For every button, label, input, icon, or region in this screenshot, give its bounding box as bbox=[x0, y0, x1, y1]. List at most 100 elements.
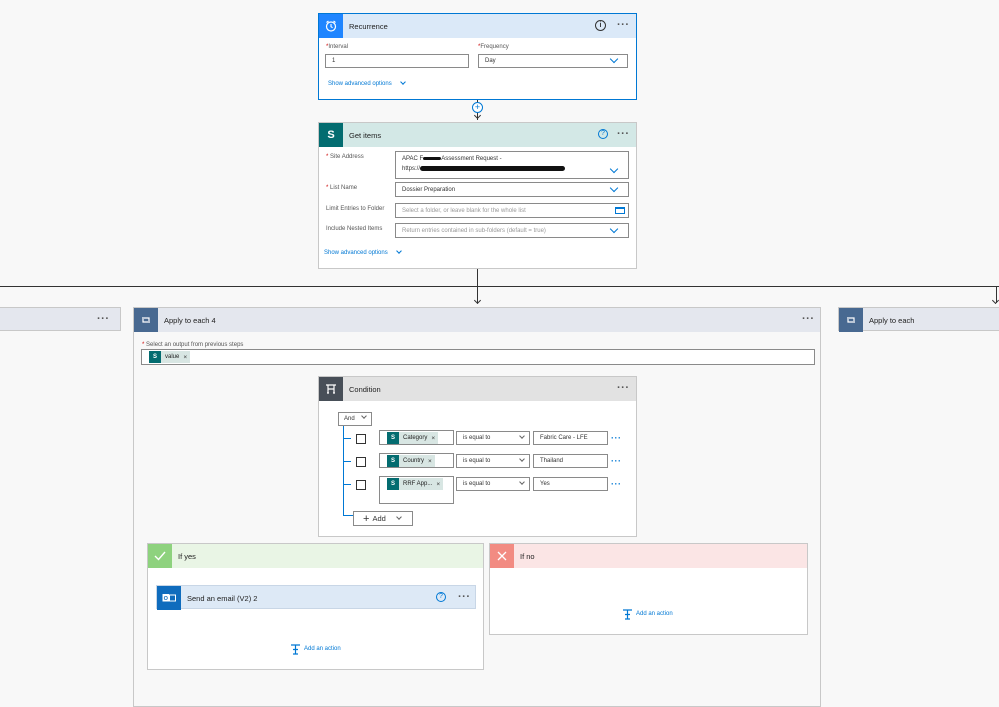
condition-icon bbox=[319, 377, 343, 401]
help-icon[interactable]: ? bbox=[436, 592, 446, 602]
country-token[interactable]: S Country × bbox=[387, 455, 435, 467]
value-token[interactable]: S value × bbox=[149, 351, 191, 363]
info-icon[interactable]: i bbox=[595, 20, 606, 31]
condition-right-operand[interactable]: Fabric Care - LFE bbox=[533, 431, 608, 445]
limit-entries-placeholder: Select a folder, or leave blank for the … bbox=[402, 207, 526, 214]
arrow-down-icon bbox=[473, 296, 482, 305]
row-more-options-icon[interactable]: ··· bbox=[611, 480, 622, 489]
frequency-value: Day bbox=[485, 58, 496, 64]
remove-token-icon[interactable]: × bbox=[436, 481, 443, 488]
operator-text: is equal to bbox=[463, 435, 491, 441]
nested-items-label: Include Nested Items bbox=[326, 226, 383, 232]
condition-bracket-h bbox=[343, 515, 353, 516]
condition-bracket-h bbox=[343, 438, 351, 439]
get-items-title: Get items bbox=[349, 130, 382, 140]
operand-value: Fabric Care - LFE bbox=[540, 435, 588, 441]
add-action-icon bbox=[290, 644, 301, 655]
sharepoint-icon: S bbox=[319, 123, 343, 147]
sharepoint-icon: S bbox=[387, 432, 399, 444]
add-an-action-link[interactable]: Add an action bbox=[304, 646, 341, 652]
if-yes-branch[interactable]: If yes O Send an email (V2) 2 ? ··· Add … bbox=[147, 543, 484, 670]
condition-operator-select[interactable]: is equal to bbox=[456, 454, 530, 468]
arrow-down-icon bbox=[473, 111, 482, 120]
if-no-title: If no bbox=[520, 551, 535, 561]
condition-bracket-h bbox=[343, 461, 351, 462]
help-icon[interactable]: ? bbox=[598, 129, 608, 139]
operator-text: is equal to bbox=[463, 481, 491, 487]
chevron-down-icon bbox=[400, 79, 406, 85]
nested-items-select[interactable]: Return entries contained in sub-folders … bbox=[395, 223, 629, 238]
show-advanced-options-link[interactable]: Show advanced options bbox=[328, 81, 392, 87]
apply-to-each-left-card[interactable]: ··· bbox=[0, 307, 121, 331]
sharepoint-icon: S bbox=[387, 455, 399, 467]
more-options-icon[interactable]: ··· bbox=[617, 20, 630, 31]
select-output-label: * Select an output from previous steps bbox=[142, 342, 244, 348]
list-name-select[interactable]: Dossier Preparation bbox=[395, 182, 629, 197]
site-address-label: * Site Address bbox=[326, 154, 364, 160]
operand-value: Yes bbox=[540, 481, 550, 487]
add-row-label: Add bbox=[372, 514, 386, 523]
more-options-icon[interactable]: ··· bbox=[97, 314, 110, 325]
loop-icon bbox=[134, 308, 158, 332]
loop-icon bbox=[839, 308, 863, 332]
frequency-select[interactable]: Day bbox=[478, 54, 628, 68]
row-checkbox[interactable] bbox=[356, 434, 366, 444]
row-more-options-icon[interactable]: ··· bbox=[611, 434, 622, 443]
remove-token-icon[interactable]: × bbox=[428, 458, 435, 465]
limit-entries-label: Limit Entries to Folder bbox=[326, 206, 385, 212]
show-advanced-options-link[interactable]: Show advanced options bbox=[324, 250, 388, 256]
add-row-button[interactable]: + Add bbox=[353, 511, 413, 526]
limit-entries-input[interactable]: Select a folder, or leave blank for the … bbox=[395, 203, 629, 218]
apply-to-each-right-card[interactable]: Apply to each bbox=[838, 307, 999, 332]
add-action-icon bbox=[622, 609, 633, 620]
interval-label: *Interval bbox=[326, 44, 349, 50]
more-options-icon[interactable]: ··· bbox=[802, 314, 815, 325]
list-name-label: * List Name bbox=[326, 185, 358, 191]
condition-bracket bbox=[343, 426, 344, 515]
arrow-down-icon bbox=[991, 296, 999, 305]
send-email-card[interactable]: O Send an email (V2) 2 ? ··· bbox=[156, 585, 476, 610]
condition-card[interactable]: Condition ··· And S Category × is equal … bbox=[318, 376, 637, 537]
row-more-options-icon[interactable]: ··· bbox=[611, 457, 622, 466]
connector-line bbox=[0, 286, 999, 287]
folder-icon[interactable] bbox=[615, 207, 625, 214]
interval-input[interactable]: 1 bbox=[325, 54, 469, 68]
condition-operator-select[interactable]: is equal to bbox=[456, 431, 530, 445]
sharepoint-icon: S bbox=[149, 351, 161, 363]
condition-title: Condition bbox=[349, 384, 381, 394]
list-name-value: Dossier Preparation bbox=[402, 186, 456, 193]
category-token[interactable]: S Category × bbox=[387, 432, 439, 444]
rrf-app-token[interactable]: S RRF App... × bbox=[387, 478, 444, 490]
outlook-icon: O bbox=[157, 586, 181, 610]
operand-value: Thailand bbox=[540, 458, 564, 464]
condition-right-operand[interactable]: Yes bbox=[533, 477, 608, 491]
apply-to-each-right-title: Apply to each bbox=[869, 315, 915, 325]
operator-text: is equal to bbox=[463, 458, 491, 464]
send-email-title: Send an email (V2) 2 bbox=[187, 593, 258, 603]
recurrence-title: Recurrence bbox=[349, 21, 388, 31]
remove-token-icon[interactable]: × bbox=[183, 354, 190, 361]
and-operator-select[interactable]: And bbox=[338, 412, 372, 426]
add-an-action-link[interactable]: Add an action bbox=[636, 611, 673, 617]
more-options-icon[interactable]: ··· bbox=[458, 592, 471, 603]
remove-token-icon[interactable]: × bbox=[431, 435, 438, 442]
redacted-mark bbox=[420, 166, 566, 171]
if-yes-title: If yes bbox=[178, 551, 196, 561]
row-checkbox[interactable] bbox=[356, 480, 366, 490]
operator-value: And bbox=[344, 416, 355, 422]
apply-to-each-4-title: Apply to each 4 bbox=[164, 315, 216, 325]
condition-right-operand[interactable]: Thailand bbox=[533, 454, 608, 468]
condition-operator-select[interactable]: is equal to bbox=[456, 477, 530, 491]
checkmark-icon bbox=[148, 544, 172, 568]
chevron-down-icon bbox=[396, 248, 402, 254]
nested-items-placeholder: Return entries contained in sub-folders … bbox=[402, 227, 546, 234]
close-icon bbox=[490, 544, 514, 568]
select-output-input[interactable] bbox=[141, 349, 815, 365]
get-items-card[interactable]: S Get items ? ··· * Site Address APAC FA… bbox=[318, 122, 637, 269]
more-options-icon[interactable]: ··· bbox=[617, 129, 630, 140]
site-address-select[interactable]: APAC F Assessment Request - https:// bbox=[395, 151, 629, 179]
more-options-icon[interactable]: ··· bbox=[617, 383, 630, 394]
recurrence-card[interactable]: Recurrence i ··· *Interval 1 *Frequency … bbox=[318, 13, 637, 100]
if-no-branch[interactable]: If no Add an action bbox=[489, 543, 808, 635]
row-checkbox[interactable] bbox=[356, 457, 366, 467]
